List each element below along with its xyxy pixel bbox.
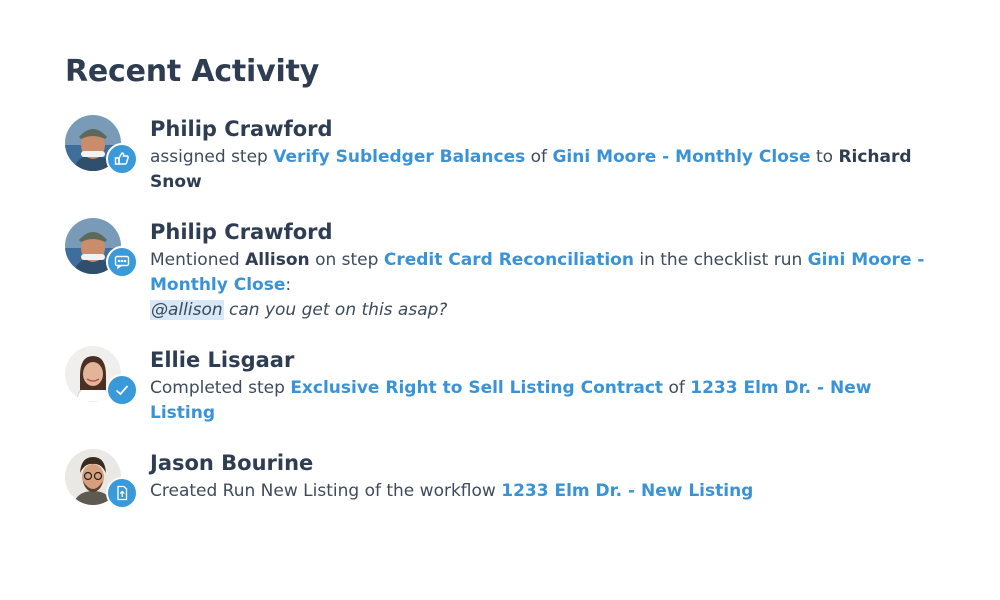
activity-description: assigned step Verify Subledger Balances … [150,145,935,195]
action-text: Completed step [150,378,285,398]
step-link[interactable]: Exclusive Right to Sell Listing Contract [290,378,663,398]
run-link[interactable]: 1233 Elm Dr. - New Listing [501,481,753,501]
page-title: Recent Activity [65,54,320,89]
avatar-group [65,218,138,280]
thumbs-up-icon [106,143,138,175]
document-upload-icon [106,477,138,509]
run-link[interactable]: Gini Moore - Monthly Close [552,147,810,167]
activity-item: Philip Crawford assigned step Verify Sub… [65,114,935,195]
checkmark-icon [106,374,138,406]
activity-description: Mentioned Allison on step Credit Card Re… [150,248,935,298]
recent-activity-page: Recent Activity Philip Crawford assigned… [0,0,1000,600]
user-name[interactable]: Jason Bourine [150,448,935,478]
avatar-group [65,449,138,511]
activity-item: Philip Crawford Mentioned Allison on ste… [65,217,935,323]
colon-text: : [285,275,292,295]
activity-item: Jason Bourine Created Run New Listing of… [65,448,935,509]
to-text: to [815,147,834,167]
action-text: Mentioned [150,250,240,270]
comment-body: can you get on this asap [229,300,439,320]
user-name[interactable]: Philip Crawford [150,217,935,247]
comment-text: @allison can you get on this asap? [150,298,935,323]
comment-icon [106,246,138,278]
action-text: Created Run New Listing of the workflow [150,481,496,501]
user-name[interactable]: Philip Crawford [150,114,935,144]
in-run-text: in the checklist run [639,250,803,270]
comment-end: ? [438,300,448,320]
activity-item: Ellie Lisgaar Completed step Exclusive R… [65,345,935,426]
step-link[interactable]: Verify Subledger Balances [273,147,525,167]
on-step-text: on step [315,250,379,270]
activity-description: Completed step Exclusive Right to Sell L… [150,376,935,426]
mention-tag[interactable]: @allison [150,300,224,320]
connector-text: of [530,147,548,167]
mentioned-user: Allison [245,250,310,270]
action-text: assigned step [150,147,268,167]
step-link[interactable]: Credit Card Reconciliation [384,250,634,270]
connector-text: of [668,378,685,398]
user-name[interactable]: Ellie Lisgaar [150,345,935,375]
avatar-group [65,346,138,408]
avatar-group [65,115,138,177]
activity-description: Created Run New Listing of the workflow … [150,479,935,504]
